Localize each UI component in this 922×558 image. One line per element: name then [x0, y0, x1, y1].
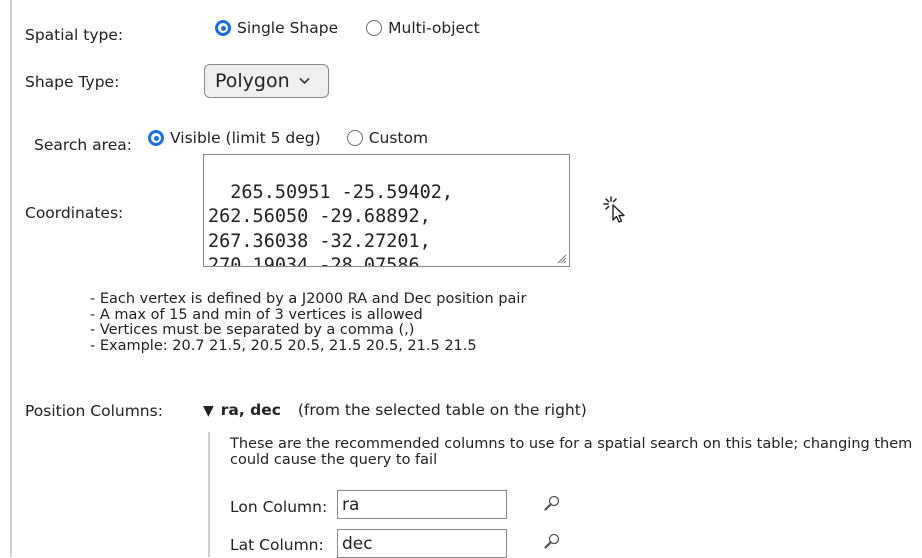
- visible-radio[interactable]: [148, 130, 164, 146]
- shape-type-select[interactable]: Polygon: [204, 64, 329, 98]
- position-columns-toggle[interactable]: ▼ ra, dec (from the selected table on th…: [203, 401, 587, 419]
- lon-column-input[interactable]: ra: [337, 490, 507, 519]
- shape-type-label: Shape Type:: [25, 73, 120, 91]
- lat-column-label: Lat Column:: [230, 536, 324, 554]
- help-line: - Vertices must be separated by a comma …: [90, 322, 415, 338]
- coordinates-value: 265.50951 -25.59402, 262.56050 -29.68892…: [208, 181, 454, 267]
- lat-column-value: dec: [342, 533, 373, 554]
- magnifier-icon[interactable]: [543, 494, 561, 516]
- custom-radio[interactable]: [346, 130, 363, 146]
- position-columns-summary[interactable]: ra, dec: [221, 401, 281, 419]
- single-shape-label[interactable]: Single Shape: [237, 19, 338, 37]
- search-area-label: Search area:: [34, 136, 132, 154]
- lon-column-value: ra: [342, 494, 360, 515]
- single-shape-radio[interactable]: [215, 20, 231, 36]
- polygon-select-cursor-icon[interactable]: [603, 196, 635, 230]
- help-line: - Each vertex is defined by a J2000 RA a…: [90, 291, 527, 307]
- recommendation-note: These are the recommended columns to use…: [230, 436, 913, 468]
- lat-column-input[interactable]: dec: [337, 529, 507, 558]
- custom-label[interactable]: Custom: [369, 129, 428, 147]
- position-columns-panel: These are the recommended columns to use…: [208, 432, 922, 558]
- help-line: - Example: 20.7 21.5, 20.5 20.5, 21.5 20…: [90, 337, 477, 354]
- shape-type-value: Polygon: [215, 70, 290, 92]
- spatial-type-label: Spatial type:: [25, 26, 124, 44]
- help-line: - A max of 15 and min of 3 vertices is a…: [90, 306, 423, 323]
- visible-label[interactable]: Visible (limit 5 deg): [170, 129, 321, 147]
- spatial-type-radio-group: Single Shape Multi-object: [215, 19, 502, 37]
- resize-grip-icon[interactable]: [555, 252, 567, 264]
- chevron-down-icon: [299, 74, 310, 88]
- magnifier-icon[interactable]: [543, 532, 561, 554]
- position-columns-note: (from the selected table on the right): [297, 401, 587, 419]
- left-border: [10, 0, 12, 557]
- position-columns-label: Position Columns:: [25, 402, 163, 420]
- search-area-radio-group: Visible (limit 5 deg) Custom: [148, 129, 450, 147]
- coordinates-help: - Each vertex is defined by a J2000 RA a…: [90, 291, 527, 354]
- multi-object-radio[interactable]: [366, 20, 383, 36]
- lon-column-label: Lon Column:: [230, 498, 328, 516]
- coordinates-label: Coordinates:: [25, 204, 124, 222]
- multi-object-label[interactable]: Multi-object: [388, 19, 480, 37]
- expand-triangle-icon[interactable]: ▼: [203, 403, 214, 419]
- coordinates-textarea[interactable]: 265.50951 -25.59402, 262.56050 -29.68892…: [203, 154, 570, 267]
